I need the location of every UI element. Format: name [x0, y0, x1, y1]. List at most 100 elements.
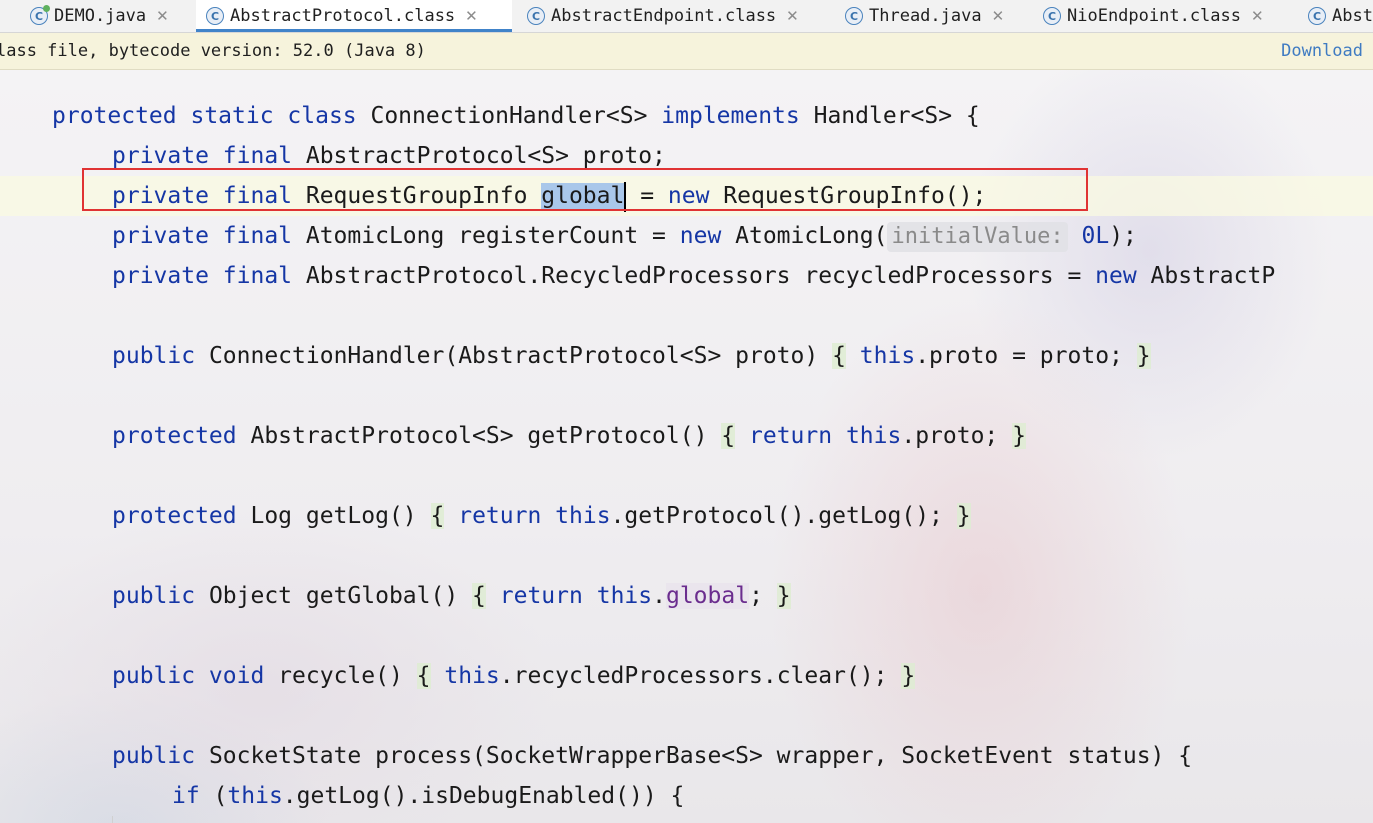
code-token: .proto;	[901, 423, 1013, 449]
code-line: public Object getGlobal() { return this.…	[112, 576, 791, 616]
tab-thread-java[interactable]: C Thread.java ✕	[845, 0, 1004, 32]
code-token: .getLog().isDebugEnabled()) {	[282, 783, 685, 809]
code-token: AbstractProtocol<S> getProtocol()	[236, 423, 722, 449]
tab-label: DEMO.java	[54, 6, 147, 26]
folded-brace[interactable]: }	[1136, 343, 1151, 369]
code-token: ConnectionHandler(AbstractProtocol<S> pr…	[195, 343, 833, 369]
folded-brace[interactable]: {	[721, 423, 736, 449]
class-file-icon: C	[1043, 7, 1061, 25]
code-token: SocketState process(SocketWrapperBase<S>…	[195, 743, 1193, 769]
code-token: return	[749, 423, 833, 449]
code-token: public	[112, 743, 196, 769]
class-file-icon: C	[206, 7, 224, 25]
parameter-hint: initialValue:	[887, 222, 1068, 252]
code-line: public ConnectionHandler(AbstractProtoco…	[112, 336, 1151, 376]
class-file-icon: C	[527, 7, 545, 25]
decompiled-info-bar: lass file, bytecode version: 52.0 (Java …	[0, 33, 1373, 70]
tab-abstractendpoint-class[interactable]: C AbstractEndpoint.class ✕	[527, 0, 799, 32]
code-token: .recycledProcessors.clear();	[499, 663, 902, 689]
code-token: ConnectionHandler<S>	[356, 103, 662, 129]
code-line: private final AtomicLong registerCount =…	[112, 216, 1137, 256]
close-icon[interactable]: ✕	[786, 7, 799, 25]
code-token: protected	[112, 423, 237, 449]
code-token: this	[444, 663, 500, 689]
code-token: private final	[112, 223, 293, 249]
code-token: Log getLog()	[236, 503, 431, 529]
code-line: private final AbstractProtocol.RecycledP…	[112, 256, 1275, 296]
download-link[interactable]: Download	[1281, 41, 1363, 61]
code-token: return	[499, 583, 583, 609]
code-token: AbstractProtocol.RecycledProcessors recy…	[292, 263, 1096, 289]
tab-label: AbstractEndpoint.class	[551, 6, 777, 26]
code-token: private final	[112, 263, 293, 289]
folded-brace[interactable]: }	[901, 663, 916, 689]
tab-label: Thread.java	[869, 6, 982, 26]
code-token: this	[555, 503, 611, 529]
close-icon[interactable]: ✕	[465, 7, 478, 25]
close-icon[interactable]: ✕	[992, 7, 1005, 25]
code-line: protected AbstractProtocol<S> getProtoco…	[112, 416, 1026, 456]
tab-nioendpoint-class[interactable]: C NioEndpoint.class ✕	[1043, 0, 1264, 32]
folded-brace[interactable]: }	[956, 503, 971, 529]
close-icon[interactable]: ✕	[1251, 7, 1264, 25]
code-token: AbstractProtocol<S> proto;	[292, 143, 666, 169]
folded-brace[interactable]: {	[472, 583, 486, 609]
code-token: Object getGlobal()	[195, 583, 473, 609]
code-token: new	[1095, 263, 1137, 289]
class-file-icon: C	[1308, 7, 1326, 25]
code-token: .getProtocol().getLog();	[610, 503, 957, 529]
code-token: AtomicLong registerCount =	[292, 223, 680, 249]
code-token: AbstractP	[1136, 263, 1276, 289]
editor-tab-bar: C DEMO.java ✕ C AbstractProtocol.class ✕…	[0, 0, 1373, 33]
code-token: new	[679, 223, 722, 249]
code-token: recycle()	[264, 663, 417, 689]
code-token: protected static class	[52, 103, 357, 129]
code-token: .	[652, 583, 666, 609]
code-token: (	[199, 783, 228, 809]
code-token: private final	[112, 143, 293, 169]
folded-brace[interactable]: {	[430, 503, 445, 529]
folded-brace[interactable]: }	[1012, 423, 1026, 449]
code-token: Handler<S> {	[799, 103, 980, 129]
code-token: public	[112, 343, 196, 369]
code-token: );	[1109, 223, 1137, 249]
code-token: this	[227, 783, 283, 809]
code-token: return	[458, 503, 542, 529]
indent-guide	[112, 816, 113, 823]
info-message: lass file, bytecode version: 52.0 (Java …	[0, 41, 426, 61]
code-token: this	[596, 583, 653, 609]
code-token: public	[112, 583, 196, 609]
field-usage-highlight[interactable]: global	[665, 583, 750, 609]
code-line: protected Log getLog() { return this.get…	[112, 496, 971, 536]
code-token: if	[172, 783, 200, 809]
tab-demo-java[interactable]: C DEMO.java ✕	[30, 0, 169, 32]
code-token: protected	[112, 503, 237, 529]
code-token: public void	[112, 663, 265, 689]
tab-abstractprotocol-class[interactable]: C AbstractProtocol.class ✕	[196, 0, 512, 32]
tab-label: AbstractProtocol.class	[230, 6, 456, 26]
code-line: public void recycle() { this.recycledPro…	[112, 656, 916, 696]
code-token: implements	[661, 103, 800, 129]
highlight-annotation-box	[82, 168, 1088, 211]
code-token: this	[859, 343, 916, 369]
tab-abst-class[interactable]: C Abst	[1308, 0, 1373, 32]
tab-label: Abst	[1332, 6, 1373, 26]
close-icon[interactable]: ✕	[156, 7, 169, 25]
folded-brace[interactable]: }	[776, 583, 791, 609]
code-token: .proto = proto;	[915, 343, 1137, 369]
code-token: AtomicLong(	[721, 223, 888, 249]
tab-label: NioEndpoint.class	[1067, 6, 1241, 26]
code-line: public SocketState process(SocketWrapper…	[112, 736, 1192, 776]
folded-brace[interactable]: {	[416, 663, 431, 689]
java-class-icon: C	[30, 5, 50, 25]
folded-brace[interactable]: {	[832, 343, 846, 369]
code-token: 0L	[1067, 223, 1110, 249]
